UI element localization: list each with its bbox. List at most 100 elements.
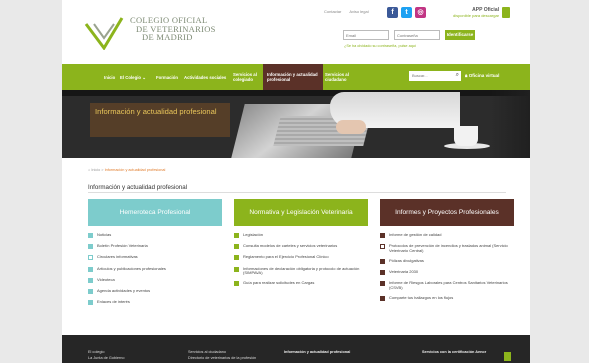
nav-item-servicios-ciudadano[interactable]: Servicios al ciudadano xyxy=(325,64,355,90)
bullet-icon xyxy=(88,233,93,238)
search-placeholder: Buscar... xyxy=(412,73,428,78)
search-input[interactable]: Buscar... ⌕ xyxy=(409,71,461,81)
breadcrumb-home[interactable]: Inicio xyxy=(91,168,100,172)
column-header-normativa[interactable]: Normativa y Legislación Veterinaria xyxy=(234,199,368,226)
bullet-icon xyxy=(234,255,239,261)
instagram-icon[interactable]: ◎ xyxy=(415,7,426,18)
bullet-icon xyxy=(88,300,93,306)
list-item[interactable]: Artículos y publicaciones profesionales xyxy=(88,265,222,273)
bullet-icon xyxy=(380,233,385,238)
footer-heading-aenor[interactable]: Servicios con la certificación Aenor xyxy=(422,349,486,355)
logo-line: DE MADRID xyxy=(142,32,193,43)
home-icon[interactable]: ⌂ xyxy=(88,168,90,172)
site-header: COLEGIO OFICIAL DE VETERINARIOS DE MADRI… xyxy=(62,0,530,64)
mobile-app-icon[interactable] xyxy=(502,7,510,18)
list-item-label: Legislación xyxy=(243,232,264,237)
hero-cup-image xyxy=(454,126,478,146)
list-item[interactable]: Comparte tus hallazgos en los flujos xyxy=(380,295,514,302)
list-item[interactable]: Legislación xyxy=(234,232,368,239)
column-header-informes[interactable]: Informes y Proyectos Profesionales xyxy=(380,199,514,226)
list-item[interactable]: Informaciones de declaración obligatoria… xyxy=(234,265,368,277)
hero-hand-image xyxy=(336,120,366,134)
list-item[interactable]: Noticias xyxy=(88,232,222,239)
facebook-icon[interactable]: f xyxy=(387,7,398,18)
forgot-password-link[interactable]: ¿Se ha olvidado su contraseña, pulse aqu… xyxy=(344,44,416,48)
bullet-icon xyxy=(88,288,93,294)
certification-badge-icon[interactable] xyxy=(504,352,511,361)
list-item[interactable]: Informe de Riesgos Laborales para Centro… xyxy=(380,280,514,291)
list-item-label: Guía para realizar solicitudes en Cargas xyxy=(243,280,315,286)
email-field[interactable] xyxy=(343,30,389,40)
site-footer: El colegio La Junta de Gobierno Servicio… xyxy=(62,335,530,363)
nav-item-servicios-colegiado[interactable]: Servicios al colegiado xyxy=(233,64,261,90)
list-item-label: Pólizas divulgativas xyxy=(389,257,424,263)
list-item[interactable]: Videoteca xyxy=(88,276,222,284)
app-subtitle: disponible para descargar xyxy=(452,13,499,18)
password-field[interactable] xyxy=(394,30,440,40)
list-item-label: Reglamento para el Ejercicio Profesional… xyxy=(243,254,329,260)
bullet-icon xyxy=(380,281,385,287)
virtual-office-link[interactable]: 🔒︎ Oficina virtual xyxy=(465,73,499,78)
list-item[interactable]: Reglamento para el Ejercicio Profesional… xyxy=(234,254,368,261)
list-item[interactable]: Pólizas divulgativas xyxy=(380,257,514,265)
list-item-label: Videoteca xyxy=(97,276,115,282)
footer-heading-informacion[interactable]: Información y actualidad profesional xyxy=(284,349,350,355)
list-item[interactable]: Boletín Profesión Veterinaria xyxy=(88,243,222,250)
bullet-icon xyxy=(234,244,239,250)
page: COLEGIO OFICIAL DE VETERINARIOS DE MADRI… xyxy=(62,0,530,363)
list-item-label: Boletín Profesión Veterinaria xyxy=(97,243,148,249)
nav-item-el-colegio[interactable]: El Colegio ⌄ xyxy=(120,64,146,90)
list-item-label: Agenda actividades y eventos xyxy=(97,287,151,293)
nav-item-inicio[interactable]: Inicio xyxy=(104,64,115,90)
nav-item-formacion[interactable]: Formación xyxy=(156,64,178,90)
bullet-icon xyxy=(234,281,239,287)
legal-link[interactable]: Aviso legal xyxy=(349,9,368,14)
bullet-icon xyxy=(380,270,385,276)
breadcrumb-current: Información y actualidad profesional xyxy=(104,168,166,172)
list-item-label: Artículos y publicaciones profesionales xyxy=(97,265,166,271)
list-item[interactable]: Circulares informativas xyxy=(88,254,222,261)
list-item[interactable]: Guía para realizar solicitudes en Cargas xyxy=(234,280,368,287)
list-item-label: Circulares informativas xyxy=(97,254,138,260)
list-item[interactable]: Agenda actividades y eventos xyxy=(88,287,222,295)
social-links: f t ◎ xyxy=(387,7,426,18)
list-item-label: Comparte tus hallazgos en los flujos xyxy=(389,295,454,301)
column-header-hemeroteca[interactable]: Hemeroteca Profesional xyxy=(88,199,222,226)
twitter-icon[interactable]: t xyxy=(401,7,412,18)
footer-link[interactable]: La Junta de Gobierno xyxy=(88,355,125,361)
college-logo-text[interactable]: COLEGIO OFICIAL DE VETERINARIOS DE MADRI… xyxy=(130,16,216,42)
list-item[interactable]: Protocolos de prevención de incendios y … xyxy=(380,243,514,254)
list-item-label: Informe de gestión de calidad xyxy=(389,232,442,237)
list-item[interactable]: Veterinaria 2030 xyxy=(380,269,514,276)
college-logo-icon[interactable] xyxy=(84,14,124,50)
bullet-icon xyxy=(380,296,385,302)
nav-item-informacion[interactable]: Información y actualidad profesional xyxy=(263,64,323,90)
hero-title: Información y actualidad profesional xyxy=(90,103,230,137)
footer-col-ciudadano: Servicios al ciudadano Directorio de vet… xyxy=(188,349,256,361)
bullet-icon xyxy=(234,266,239,272)
list-item[interactable]: Consulta modelos de carteles y servicios… xyxy=(234,243,368,250)
search-icon[interactable]: ⌕ xyxy=(456,72,459,79)
informes-list: Informe de gestión de calidad Protocolos… xyxy=(380,232,514,307)
footer-col-colegio: El colegio La Junta de Gobierno xyxy=(88,349,125,361)
bullet-icon xyxy=(380,244,385,250)
list-item-label: Protocolos de prevención de incendios y … xyxy=(389,243,508,253)
login-button[interactable]: Identificarse xyxy=(445,30,475,40)
hero-shadow xyxy=(490,90,530,158)
list-item-label: Informaciones de declaración obligatoria… xyxy=(243,265,360,276)
nav-item-actividades[interactable]: Actividades sociales xyxy=(184,64,226,90)
app-promo[interactable]: APP Oficial disponible para descargar xyxy=(437,7,499,18)
bullet-icon xyxy=(234,233,239,238)
list-item-label: Enlaces de interés xyxy=(97,299,130,305)
list-item[interactable]: Informe de gestión de calidad xyxy=(380,232,514,239)
list-item[interactable]: Enlaces de interés xyxy=(88,299,222,306)
list-item-label: Veterinaria 2030 xyxy=(389,269,419,275)
footer-link[interactable]: Directorio de veterinarios de la profesi… xyxy=(188,355,256,361)
bullet-icon xyxy=(88,266,93,272)
login-form: Identificarse xyxy=(343,30,475,40)
list-item-label: Informe de Riesgos Laborales para Centro… xyxy=(389,280,508,291)
title-divider xyxy=(88,192,506,193)
virtual-office-label: Oficina virtual xyxy=(468,73,500,78)
contact-link[interactable]: Contactar xyxy=(324,9,341,14)
lock-icon: 🔒︎ xyxy=(465,73,468,78)
